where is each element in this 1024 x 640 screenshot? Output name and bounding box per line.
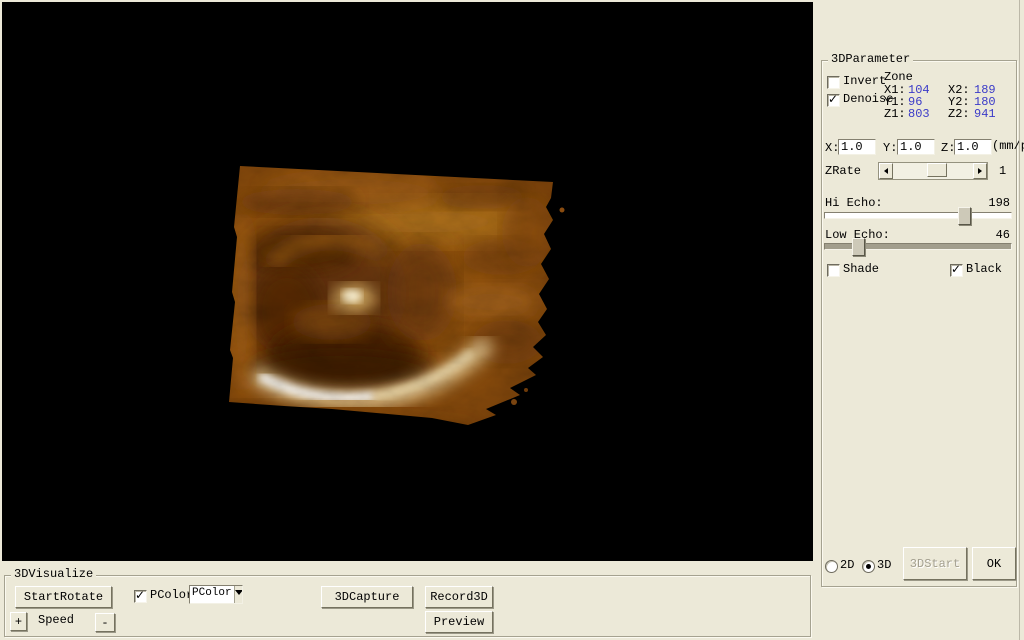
visualize-bar: 3DVisualize StartRotate PColor PColor 3D… xyxy=(0,561,813,640)
preview-button[interactable]: Preview xyxy=(425,611,493,633)
black-checkbox[interactable] xyxy=(950,262,963,277)
denoise-checkbox[interactable] xyxy=(827,92,840,107)
invert-label: Invert xyxy=(843,74,887,88)
zrate-label: ZRate xyxy=(825,164,862,178)
hi-echo-slider-track[interactable] xyxy=(824,212,1012,219)
zrate-scroll-right-button[interactable] xyxy=(973,163,987,179)
window-edge-divider xyxy=(1019,0,1020,640)
shade-checkbox[interactable] xyxy=(827,264,840,277)
y-scale-label: Y: xyxy=(883,141,898,155)
pcolor-checkbox[interactable] xyxy=(134,588,147,603)
zone-z2-value: 941 xyxy=(974,107,996,121)
visualize-group-title: 3DVisualize xyxy=(11,568,97,581)
zone-values: X1: 104 X2: 189 Y1: 96 Y2: 180 Z1: 803 Z… xyxy=(884,84,1012,120)
speed-label: Speed xyxy=(38,613,75,627)
zone-z2-label: Z2: xyxy=(948,107,970,121)
scroll-left-icon xyxy=(881,168,888,174)
speed-plus-button[interactable]: + xyxy=(10,612,27,631)
pcolor-label: PColor xyxy=(150,588,194,602)
low-echo-slider-thumb[interactable] xyxy=(852,238,865,256)
mode-3d-label: 3D xyxy=(877,558,892,572)
start-rotate-button[interactable]: StartRotate xyxy=(15,586,112,608)
shade-label: Shade xyxy=(843,262,880,276)
zone-z1-value: 803 xyxy=(908,107,930,121)
x-scale-input[interactable] xyxy=(838,139,876,155)
y-scale-input[interactable] xyxy=(897,139,935,155)
speed-minus-button[interactable]: - xyxy=(95,613,115,632)
record-3d-button[interactable]: Record3D xyxy=(425,586,493,608)
black-label: Black xyxy=(966,262,1003,276)
dropdown-arrow-icon xyxy=(234,590,242,599)
zrate-scroll-thumb[interactable] xyxy=(927,163,947,177)
parameter-panel: 3DParameter Invert Denoise Zone X1: 104 … xyxy=(813,0,1024,640)
hi-echo-slider-thumb[interactable] xyxy=(958,207,971,225)
zrate-scroll-left-button[interactable] xyxy=(879,163,893,179)
zrate-value: 1 xyxy=(999,164,1007,178)
ultrasound-3d-render xyxy=(229,166,565,425)
parameter-group-title: 3DParameter xyxy=(828,53,914,66)
3d-visualize-group: 3DVisualize StartRotate PColor PColor 3D… xyxy=(4,568,811,637)
app-window: 3DParameter Invert Denoise Zone X1: 104 … xyxy=(0,0,1024,640)
pcolor-dropdown-button[interactable] xyxy=(233,586,242,603)
3d-viewport[interactable] xyxy=(2,2,813,561)
z-scale-input[interactable] xyxy=(954,139,992,155)
zone-z1-label: Z1: xyxy=(884,107,906,121)
ok-button[interactable]: OK xyxy=(972,547,1016,580)
3dstart-button[interactable]: 3DStart xyxy=(903,547,967,580)
scroll-right-icon xyxy=(978,168,985,174)
low-echo-value: 46 xyxy=(995,228,1010,242)
pcolor-dropdown-value: PColor xyxy=(192,587,232,599)
pcolor-dropdown[interactable]: PColor xyxy=(189,585,243,604)
invert-checkbox[interactable] xyxy=(827,76,840,89)
hi-echo-value: 198 xyxy=(988,196,1010,210)
zrate-scrollbar[interactable] xyxy=(878,162,988,180)
mode-3d-radio[interactable] xyxy=(862,560,875,573)
mode-2d-radio[interactable] xyxy=(825,560,838,573)
mode-2d-label: 2D xyxy=(840,558,855,572)
3d-parameter-group: 3DParameter Invert Denoise Zone X1: 104 … xyxy=(821,53,1024,587)
3dcapture-button[interactable]: 3DCapture xyxy=(321,586,413,608)
zrate-scroll-track[interactable] xyxy=(893,163,973,179)
hi-echo-label: Hi Echo: xyxy=(825,196,883,210)
